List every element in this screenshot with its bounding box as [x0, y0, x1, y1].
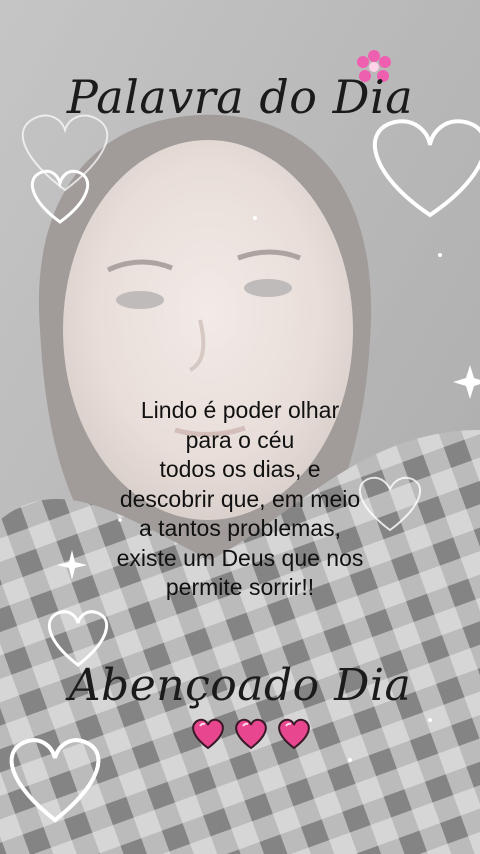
- pink-heart-icon: [278, 718, 310, 750]
- message-line: Lindo é poder olhar: [140, 397, 340, 423]
- blessing-title: Abençoado Dia: [68, 660, 412, 711]
- pink-heart-icon: [235, 718, 267, 750]
- message-line: existe um Deus que nos: [116, 544, 364, 571]
- page-title: Palavra do Dia: [66, 70, 414, 124]
- message-line: descobrir que, em meio: [119, 485, 361, 512]
- pink-hearts: [192, 718, 310, 750]
- message-text: Lindo é poder olhar para o céu todos os …: [60, 396, 420, 603]
- pink-heart-icon: [192, 718, 224, 750]
- message-line: para o céu: [185, 426, 295, 453]
- message-line: todos os dias, e: [159, 456, 321, 482]
- message-line: a tantos problemas,: [138, 515, 341, 541]
- message-line: permite sorrir!!: [165, 574, 315, 600]
